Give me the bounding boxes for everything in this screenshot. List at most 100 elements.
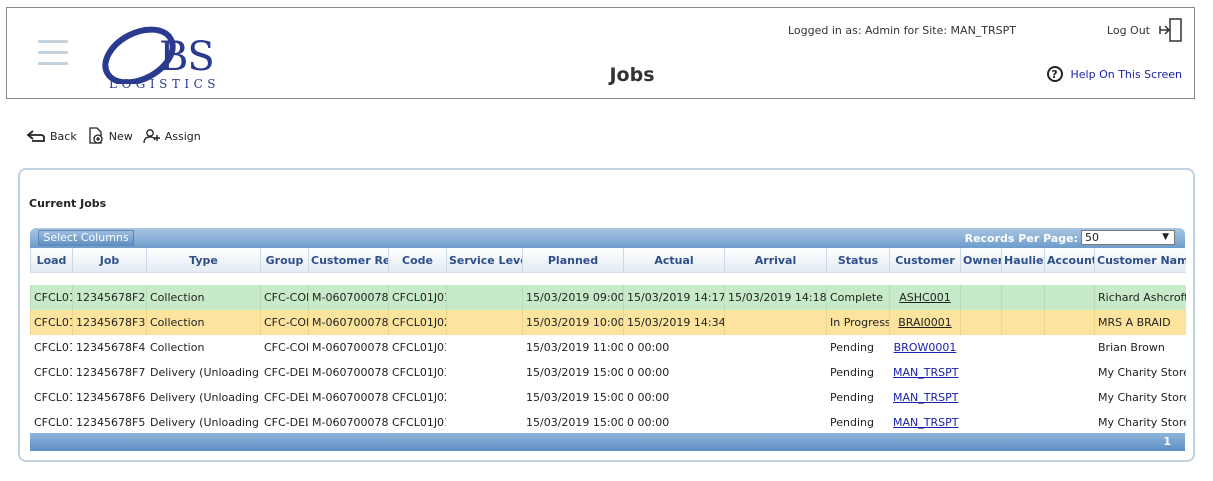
customer-link[interactable]: MAN_TRSPT (893, 391, 958, 404)
table-cell: Richard Ashcroft (1094, 285, 1186, 310)
table-cell (1044, 360, 1095, 385)
column-header[interactable]: Job (72, 248, 147, 273)
table-cell: Delivery (Unloading) (146, 410, 261, 435)
table-cell (446, 385, 523, 410)
page-title: Jobs (609, 64, 655, 86)
table-cell: Pending (826, 385, 890, 410)
app-header: BS LOGISTICS Jobs Logged in as: Admin fo… (6, 7, 1195, 99)
table-cell: CFCL01 (30, 335, 73, 360)
logout-label: Log Out (1106, 23, 1150, 37)
customer-cell: BRAI0001 (889, 310, 961, 335)
assign-user-icon (143, 129, 160, 144)
table-cell (1044, 285, 1095, 310)
column-header[interactable]: Haulier (1001, 248, 1045, 273)
back-arrow-icon (26, 130, 45, 142)
table-cell (446, 410, 523, 435)
column-header[interactable]: Customer (889, 248, 961, 273)
logout-button[interactable]: Log Out (1107, 17, 1184, 43)
records-per-page-value: 50 (1085, 231, 1099, 244)
table-cell: M-060700078 (308, 285, 389, 310)
table-cell: M-060700078 (308, 360, 389, 385)
assign-button[interactable]: Assign (143, 128, 201, 144)
table-cell: My Charity Store (1094, 385, 1186, 410)
table-cell: 15/03/2019 15:00 (522, 360, 624, 385)
table-cell: Delivery (Unloading) (146, 385, 261, 410)
table-cell: Brian Brown (1094, 335, 1186, 360)
table-cell: Collection (146, 285, 261, 310)
customer-link[interactable]: ASHC001 (899, 291, 950, 304)
table-cell: CFCL01J01 (388, 410, 447, 435)
assign-label: Assign (164, 129, 201, 143)
table-cell: 15/03/2019 11:00 (522, 335, 624, 360)
column-header[interactable]: Customer Ref. (308, 248, 389, 273)
back-button[interactable]: Back (26, 128, 77, 144)
table-cell: 15/03/2019 14:34 (623, 310, 725, 335)
customer-link[interactable]: BRAI0001 (898, 316, 952, 329)
table-cell: Pending (826, 410, 890, 435)
help-link[interactable]: ? Help On This Screen (1046, 66, 1182, 82)
table-cell (1001, 410, 1045, 435)
records-per-page-select[interactable]: 50 ▼ (1081, 230, 1175, 245)
table-cell (724, 410, 827, 435)
table-cell: CFC-DEL (260, 385, 309, 410)
hamburger-menu-icon[interactable] (38, 40, 68, 66)
column-header[interactable]: Actual (623, 248, 725, 273)
column-header[interactable]: Load (30, 248, 73, 273)
table-cell (1001, 285, 1045, 310)
table-row[interactable]: CFCL01 12345678F4 Collection CFC-COL M-06070… (30, 335, 1186, 360)
table-cell: CFCL01 (30, 410, 73, 435)
table-row[interactable]: CFCL01 12345678F3 Collection CFC-COL M-06070… (30, 310, 1186, 335)
back-label: Back (50, 129, 77, 143)
select-columns-button[interactable]: Select Columns (38, 230, 134, 246)
new-button[interactable]: New (87, 127, 133, 145)
table-cell: 12345678F2 (72, 285, 147, 310)
customer-link[interactable]: MAN_TRSPT (893, 366, 958, 379)
page-number-link[interactable]: 1 (1163, 435, 1171, 448)
table-row[interactable]: CFCL01 12345678F7 Delivery (Unloading) CFC-… (30, 360, 1186, 385)
table-cell: 15/03/2019 15:00 (522, 385, 624, 410)
table-cell (960, 285, 1002, 310)
new-label: New (108, 129, 133, 143)
logout-door-icon (1159, 18, 1182, 42)
table-cell (446, 335, 523, 360)
logged-in-info: Logged in as: Admin for Site: MAN_TRSPT (787, 24, 1016, 37)
customer-link[interactable]: BROW0001 (894, 341, 957, 354)
column-header[interactable]: Customer Name (1094, 248, 1186, 273)
table-cell (724, 335, 827, 360)
table-cell: CFCL01 (30, 310, 73, 335)
table-cell: Pending (826, 360, 890, 385)
table-row[interactable]: CFCL01 12345678F5 Delivery (Unloading) CFC-… (30, 410, 1186, 435)
table-cell: CFC-DEL (260, 410, 309, 435)
customer-cell: MAN_TRSPT (889, 410, 961, 435)
table-cell: 12345678F6 (72, 385, 147, 410)
customer-cell: MAN_TRSPT (889, 360, 961, 385)
table-row[interactable]: CFCL01 12345678F2 Collection CFC-COL M-06070… (30, 285, 1186, 310)
column-header[interactable]: Status (826, 248, 890, 273)
jobs-table: LoadJobTypeGroupCustomer Ref.CodeService… (30, 248, 1186, 435)
logo-text: BS (159, 34, 215, 80)
column-header[interactable]: Arrival (724, 248, 827, 273)
table-row[interactable]: CFCL01 12345678F6 Delivery (Unloading) CFC-… (30, 385, 1186, 410)
current-jobs-panel: Current Jobs Select Columns Records Per … (18, 168, 1195, 462)
table-cell: CFC-COL (260, 335, 309, 360)
customer-cell: ASHC001 (889, 285, 961, 310)
table-cell (1001, 310, 1045, 335)
table-cell: Pending (826, 335, 890, 360)
table-cell: CFC-DEL (260, 360, 309, 385)
table-cell: M-060700078 (308, 410, 389, 435)
column-header[interactable]: Account (1044, 248, 1095, 273)
new-document-icon (89, 127, 103, 144)
table-cell: CFC-COL (260, 310, 309, 335)
column-header[interactable]: Planned (522, 248, 624, 273)
action-toolbar: Back New Assign (26, 127, 211, 145)
customer-link[interactable]: MAN_TRSPT (893, 416, 958, 429)
column-header[interactable]: Type (146, 248, 261, 273)
column-header[interactable]: Code (388, 248, 447, 273)
column-header[interactable]: Service Level (446, 248, 523, 273)
table-cell: 0 00:00 (623, 360, 725, 385)
column-header[interactable]: Owner (960, 248, 1002, 273)
obs-logo: BS LOGISTICS (95, 16, 255, 100)
table-cell (1044, 310, 1095, 335)
table-cell (724, 310, 827, 335)
column-header[interactable]: Group (260, 248, 309, 273)
